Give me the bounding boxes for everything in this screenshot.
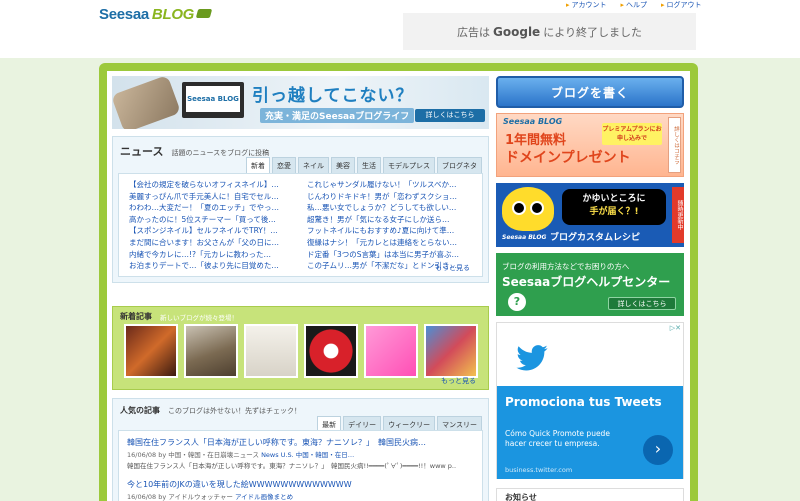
twitter-ad[interactable]: ▷✕ Promociona tus Tweets Cómo Quick Prom… xyxy=(496,322,684,479)
new-posts-desc: 新しいブログが続々登場！ xyxy=(160,314,238,322)
news-item[interactable]: 高かったのに！5位スチーマー「買って後… xyxy=(129,214,309,226)
new-posts-panel: 新着記事 新しいブログが続々登場！ もっと見る xyxy=(112,306,489,390)
list-item: 韓国在住フランス人「日本海が正しい呼称です。東海？ナニソレ？」 韓国民火病… 1… xyxy=(127,437,477,470)
news-item[interactable]: じんわりドキドキ！男が「恋わずスクショ… xyxy=(307,191,487,203)
news-item[interactable]: 超驚き！男が「気になる女子にしか送ら… xyxy=(307,214,487,226)
news-more-link[interactable]: もっと見る xyxy=(435,263,470,273)
popular-item-meta: 16/06/08 by アイドルウォッチャー アイドル画像まとめ xyxy=(127,493,294,501)
tab-modelpress[interactable]: モデルプレス xyxy=(383,157,435,174)
news-item[interactable]: 美麗すっぴん爪で手元美人に！自宅でセル… xyxy=(129,191,309,203)
news-item[interactable]: 復縁はナシ！「元カレとは連絡をとらない… xyxy=(307,237,487,249)
help-link[interactable]: ヘルプ xyxy=(621,0,647,10)
ad-headline: Promociona tus Tweets xyxy=(505,395,662,409)
news-item[interactable]: わわわ…大変だー！「夏のエッチ」でやっ… xyxy=(129,202,309,214)
monitor-image: Seesaa BLOG xyxy=(182,82,244,118)
post-thumbnail[interactable] xyxy=(124,324,178,378)
write-blog-button[interactable]: ブログを書く xyxy=(496,76,684,108)
popular-title: 人気の記事 xyxy=(120,406,160,415)
banner-title: 引っ越してこない？ xyxy=(252,86,414,106)
logout-link[interactable]: ログアウト xyxy=(661,0,702,10)
news-item[interactable]: これじゃサンダル履けない！「ツルスベか… xyxy=(307,179,487,191)
popular-desc: このブログは外せない！先ずはチェック！ xyxy=(168,407,301,415)
news-panel: ニュース 話題のニュースをブログに投稿 新着 恋愛 ネイル 美容 生活 モデルプ… xyxy=(112,136,489,283)
news-list: 【会社の規定を破らないオフィスネイル】… 美麗すっぴん爪で手元美人に！自宅でセル… xyxy=(118,173,483,277)
news-column-right: これじゃサンダル履けない！「ツルスベか… じんわりドキドキ！男が「恋わずスクショ… xyxy=(307,179,487,272)
news-column-left: 【会社の規定を破らないオフィスネイル】… 美麗すっぴん爪で手元美人に！自宅でセル… xyxy=(129,179,309,272)
news-item[interactable]: まだ間に合います！お父さんが「父の日に… xyxy=(129,237,309,249)
popular-panel: 人気の記事 このブログは外せない！先ずはチェック！ 最新 デイリー ウィークリー… xyxy=(112,398,489,501)
ad-ended-box: 広告は Google により終了しました xyxy=(403,13,696,50)
speech-bubble: かゆいところに 手が届く？! xyxy=(562,189,666,225)
banner-subtitle: 充実・満足のSeesaaブログライフ xyxy=(260,108,415,123)
top-bar: SeesaaBLOG アカウント ヘルプ ログアウト 広告はGoogleにより終… xyxy=(0,0,800,58)
popular-list: 韓国在住フランス人「日本海が正しい呼称です。東海？ナニソレ？」 韓国民火病… 1… xyxy=(118,430,483,501)
news-item[interactable]: 【スポンジネイル】セルフネイルでTRY！… xyxy=(129,225,309,237)
list-item: 今と10年前のJKの違いを現した絵WWWWWWWWWWWWW 16/06/08 … xyxy=(127,479,352,501)
popular-item-category[interactable]: アイドル画像まとめ xyxy=(235,493,293,501)
post-thumbnail[interactable] xyxy=(364,324,418,378)
tab-beauty[interactable]: 美容 xyxy=(331,157,355,174)
popular-item-title[interactable]: 韓国在住フランス人「日本海が正しい呼称です。東海？ナニソレ？」 韓国民火病… xyxy=(127,437,477,448)
new-posts-title: 新着記事 xyxy=(120,312,152,321)
book-icon xyxy=(195,9,213,18)
news-item[interactable]: お泊まりデートで…「彼より先に目覚めた… xyxy=(129,260,309,272)
popular-item-excerpt: 韓国在住フランス人「日本海が正しい呼称です。東海？ナニソレ？」 韓国民火病!!━… xyxy=(127,462,457,470)
news-tabs: 新着 恋愛 ネイル 美容 生活 モデルプレス ブログネタ xyxy=(244,157,482,174)
post-thumbnail[interactable] xyxy=(424,324,478,378)
seesaa-blog-logo[interactable]: Seesaa BLOG xyxy=(99,6,213,23)
news-item[interactable]: 私…悪い女でしょうか？どうしても欲しい… xyxy=(307,202,487,214)
account-links: アカウント ヘルプ ログアウト xyxy=(566,0,702,10)
custom-recipe-banner[interactable]: かゆいところに 手が届く？! Seesaa BLOG ブログカスタムレシピ 随時… xyxy=(496,183,684,247)
post-thumbnail[interactable] xyxy=(184,324,238,378)
logo-blog-text: BLOG xyxy=(151,6,195,23)
help-center-banner[interactable]: ブログの利用方法などでお困りの方へ Seesaaブログヘルプセンター ? 詳しく… xyxy=(496,253,684,316)
news-item[interactable]: フットネイルにもおすすめ♪夏に向けて準… xyxy=(307,225,487,237)
popular-item-meta: 16/06/08 by 中国・韓国・在日崩壊ニュース News U.S. 中国・… xyxy=(127,451,355,459)
twitter-bird-icon xyxy=(516,345,548,371)
tab-life[interactable]: 生活 xyxy=(357,157,381,174)
banner-more-button[interactable]: 詳しくはこちら xyxy=(415,109,485,122)
ad-url: business.twitter.com xyxy=(505,466,573,474)
tab-love[interactable]: 恋愛 xyxy=(272,157,296,174)
google-logo-text: Google xyxy=(493,24,541,39)
news-title: ニュース xyxy=(120,145,164,158)
domain-present-banner[interactable]: Seesaa BLOG 1年間無料 ドメインプレゼント プレミアムプランにお申し… xyxy=(496,113,684,177)
tab-new[interactable]: 新着 xyxy=(246,157,270,174)
news-item[interactable]: 【会社の規定を破らないオフィスネイル】… xyxy=(129,179,309,191)
popular-item-category[interactable]: News U.S. 中国・韓国・在日… xyxy=(261,451,354,459)
post-thumbnail[interactable] xyxy=(304,324,358,378)
help-icon: ? xyxy=(508,293,526,311)
popular-item-title[interactable]: 今と10年前のJKの違いを現した絵WWWWWWWWWWWWW xyxy=(127,479,352,490)
notice-title: お知らせ xyxy=(505,493,537,501)
notice-panel: お知らせ xyxy=(496,488,684,501)
news-item[interactable]: 内緒で今カレに…!?「元カレに教わった… xyxy=(129,249,309,261)
news-item[interactable]: ド定番「3つのS言葉」は本当に男子が喜ぶ… xyxy=(307,249,487,261)
account-link[interactable]: アカウント xyxy=(566,0,607,10)
moving-banner[interactable]: Seesaa BLOG 引っ越してこない？ 充実・満足のSeesaaブログライフ… xyxy=(112,76,489,129)
chevron-right-icon[interactable]: › xyxy=(643,435,673,465)
mascot-image xyxy=(502,187,554,231)
tab-blog-topics[interactable]: ブログネタ xyxy=(437,157,482,174)
ad-description: Cómo Quick Promote puede hacer crecer tu… xyxy=(505,429,610,448)
new-posts-thumbnails xyxy=(124,324,478,378)
new-posts-more-link[interactable]: もっと見る xyxy=(441,376,476,386)
post-thumbnail[interactable] xyxy=(244,324,298,378)
tab-nail[interactable]: ネイル xyxy=(298,157,329,174)
help-more-button[interactable]: 詳しくはこちら xyxy=(608,297,676,310)
ad-choices-icon[interactable]: ▷✕ xyxy=(670,324,681,332)
logo-text: Seesaa xyxy=(99,6,149,23)
